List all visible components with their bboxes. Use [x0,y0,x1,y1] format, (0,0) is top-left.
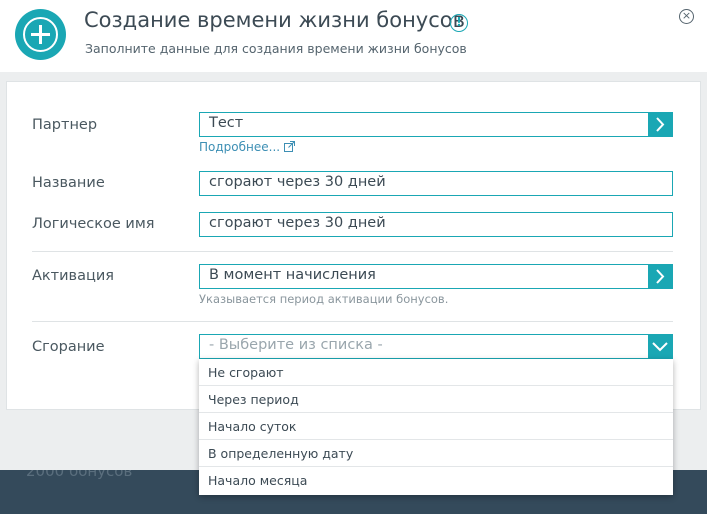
add-icon [15,9,66,60]
dropdown-option-never[interactable]: Не сгорают [199,359,673,386]
dropdown-option-on-date[interactable]: В определенную дату [199,440,673,467]
external-link-icon [284,141,296,152]
name-value: сгорают через 30 дней [209,174,386,190]
dropdown-option-start-of-day[interactable]: Начало суток [199,413,673,440]
chevron-right-icon [656,117,665,132]
logical-name-label: Логическое имя [32,216,155,232]
partner-label: Партнер [32,117,98,133]
partner-select[interactable]: Тест [199,112,673,137]
activation-open-button[interactable] [648,265,672,288]
page-subtitle: Заполните данные для создания времени жи… [85,41,467,56]
dropdown-option-after-period[interactable]: Через период [199,386,673,413]
expiry-label: Сгорание [32,339,105,355]
activation-value: В момент начисления [209,267,376,283]
name-label: Название [32,175,105,191]
partner-details-link[interactable]: Подробнее... [199,140,296,154]
activation-select[interactable]: В момент начисления [199,264,673,289]
chevron-down-icon [652,342,668,352]
modal-header: Создание времени жизни бонусов ! Заполни… [0,0,707,72]
divider [32,321,673,322]
page-title: Создание времени жизни бонусов [84,8,465,32]
logical-name-value: сгорают через 30 дней [209,215,386,231]
partner-open-button[interactable] [648,113,672,136]
expiry-placeholder: - Выберите из списка - [209,337,383,353]
name-input[interactable]: сгорают через 30 дней [199,171,673,196]
activation-hint: Указывается период активации бонусов. [199,292,449,306]
activation-label: Активация [32,268,114,284]
divider [32,251,673,252]
close-icon[interactable]: × [679,9,694,24]
info-icon[interactable]: ! [450,14,468,32]
expiry-dropdown-list: Не сгорают Через период Начало суток В о… [199,359,673,495]
logical-name-input[interactable]: сгорают через 30 дней [199,212,673,237]
expiry-select[interactable]: - Выберите из списка - [199,334,673,359]
dropdown-option-start-of-month[interactable]: Начало месяца [199,467,673,494]
expiry-dropdown-toggle[interactable] [648,335,672,358]
partner-value: Тест [209,115,244,131]
chevron-right-icon [656,269,665,284]
